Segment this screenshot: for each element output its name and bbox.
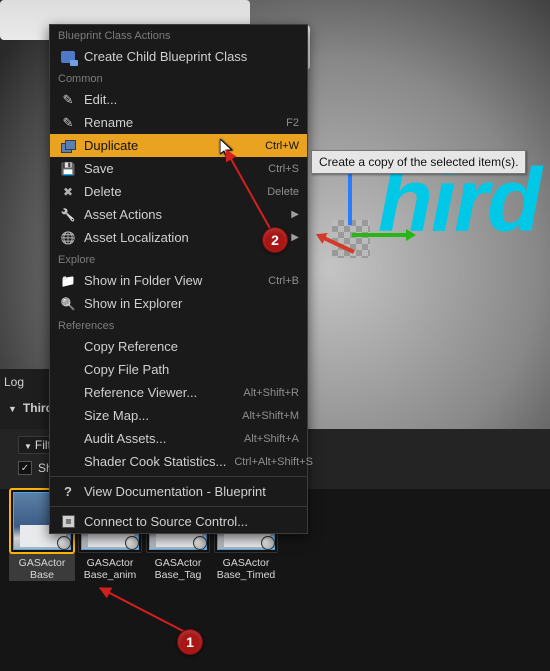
menu-section-header: References [50, 315, 307, 335]
blank-icon [60, 408, 76, 424]
menu-item-size-map[interactable]: Size Map... Alt+Shift+M [50, 404, 307, 427]
gizmo-z-axis[interactable] [348, 165, 352, 225]
context-menu: Blueprint Class Actions Create Child Blu… [49, 24, 308, 534]
asset-name: GASActorBase [9, 553, 75, 581]
asset-type-badge-icon [57, 536, 71, 550]
menu-item-audit-assets[interactable]: Audit Assets... Alt+Shift+A [50, 427, 307, 450]
blueprint-icon [60, 49, 76, 65]
shortcut: Ctrl+B [268, 275, 299, 287]
menu-separator [50, 506, 307, 507]
magnifier-icon [60, 296, 76, 312]
asset-name: GASActorBase_anim [77, 553, 143, 581]
shortcut: Ctrl+Alt+Shift+S [234, 456, 313, 468]
menu-separator [50, 476, 307, 477]
duplicate-icon [60, 138, 76, 154]
asset-name: GASActorBase_Tag [145, 553, 211, 581]
chevron-down-icon: ▼ [8, 404, 17, 414]
shortcut: Delete [267, 186, 299, 198]
delete-icon [60, 184, 76, 200]
breadcrumb-folder[interactable]: ▼Third [0, 389, 50, 415]
save-icon [60, 161, 76, 177]
sidebar-fragment: Log ▼Third [0, 369, 50, 429]
rename-icon [60, 115, 76, 131]
globe-icon [60, 230, 76, 246]
menu-item-save[interactable]: Save Ctrl+S [50, 157, 307, 180]
output-log-tab[interactable]: Log [0, 369, 50, 389]
blank-icon [60, 454, 76, 470]
menu-item-copy-reference[interactable]: Copy Reference [50, 335, 307, 358]
asset-type-badge-icon [125, 536, 139, 550]
annotation-marker: 2 [262, 227, 288, 253]
blank-icon [60, 362, 76, 378]
shortcut: Ctrl+W [265, 140, 299, 152]
asset-name: GASActorBase_Timed [213, 553, 279, 581]
menu-item-show-in-folder-view[interactable]: Show in Folder View Ctrl+B [50, 269, 307, 292]
chevron-down-icon: ▼ [24, 442, 32, 451]
menu-section-header: Common [50, 68, 307, 88]
asset-type-badge-icon [261, 536, 275, 550]
menu-item-delete[interactable]: Delete Delete [50, 180, 307, 203]
shortcut: Alt+Shift+R [243, 387, 299, 399]
shortcut: F2 [286, 117, 299, 129]
menu-item-copy-file-path[interactable]: Copy File Path [50, 358, 307, 381]
menu-item-edit[interactable]: Edit... [50, 88, 307, 111]
shortcut: Alt+Shift+A [244, 433, 299, 445]
menu-item-show-in-explorer[interactable]: Show in Explorer [50, 292, 307, 315]
blank-icon [60, 339, 76, 355]
transform-gizmo[interactable] [310, 165, 410, 275]
submenu-arrow-icon: ▶ [291, 232, 299, 243]
menu-item-asset-actions[interactable]: Asset Actions ▶ [50, 203, 307, 226]
menu-section-header: Blueprint Class Actions [50, 25, 307, 45]
pencil-icon [60, 92, 76, 108]
source-control-icon [60, 514, 76, 530]
shortcut: Ctrl+S [268, 163, 299, 175]
menu-item-duplicate[interactable]: Duplicate Ctrl+W [50, 134, 307, 157]
submenu-arrow-icon: ▶ [291, 209, 299, 220]
show-checkbox[interactable] [18, 461, 32, 475]
menu-item-shader-cook-statistics[interactable]: Shader Cook Statistics... Ctrl+Alt+Shift… [50, 450, 307, 473]
menu-section-header: Explore [50, 249, 307, 269]
menu-item-create-child-blueprint[interactable]: Create Child Blueprint Class [50, 45, 307, 68]
menu-item-connect-source-control[interactable]: Connect to Source Control... [50, 510, 307, 533]
asset-type-badge-icon [193, 536, 207, 550]
shortcut: Alt+Shift+M [242, 410, 299, 422]
menu-item-reference-viewer[interactable]: Reference Viewer... Alt+Shift+R [50, 381, 307, 404]
blank-icon [60, 385, 76, 401]
tooltip: Create a copy of the selected item(s). [311, 150, 526, 174]
wrench-icon [60, 207, 76, 223]
menu-item-rename[interactable]: Rename F2 [50, 111, 307, 134]
gizmo-y-axis[interactable] [352, 233, 408, 237]
help-icon [60, 484, 76, 500]
folder-icon [60, 273, 76, 289]
annotation-marker: 1 [177, 629, 203, 655]
menu-item-view-documentation[interactable]: View Documentation - Blueprint [50, 480, 307, 503]
blank-icon [60, 431, 76, 447]
